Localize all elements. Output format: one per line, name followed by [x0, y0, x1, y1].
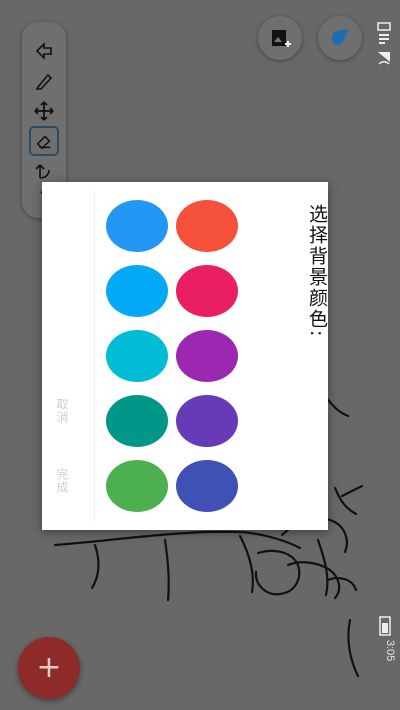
- add-image-button[interactable]: [258, 16, 302, 60]
- ink-stroke: [323, 394, 350, 418]
- color-swatch-cyan[interactable]: [106, 330, 168, 382]
- cancel-button[interactable]: 取消: [54, 398, 71, 424]
- color-swatch-pink[interactable]: [176, 265, 238, 317]
- eraser-icon[interactable]: [29, 126, 59, 156]
- ink-stroke: [333, 486, 358, 516]
- background-color-dialog: 选择背景颜色: 取消 完成: [42, 182, 328, 530]
- ink-stroke: [326, 577, 358, 592]
- pencil-icon[interactable]: [31, 68, 57, 94]
- color-swatch-deep-purple[interactable]: [176, 395, 238, 447]
- color-swatch-light-blue[interactable]: [106, 265, 168, 317]
- undo-icon[interactable]: [31, 158, 57, 184]
- ink-stroke: [347, 618, 360, 678]
- ink-stroke: [340, 484, 364, 498]
- color-swatch-red[interactable]: [176, 200, 238, 252]
- ink-stroke: [238, 534, 254, 594]
- divider: [94, 190, 95, 522]
- color-swatch-indigo[interactable]: [176, 460, 238, 512]
- done-button[interactable]: 完成: [54, 468, 71, 494]
- move-icon[interactable]: [31, 98, 57, 124]
- dialog-title: 选择背景颜色:: [306, 204, 328, 339]
- drop-icon: [332, 29, 348, 45]
- battery-icon: [379, 616, 391, 636]
- status-icons-top: [377, 22, 391, 65]
- add-fab-button[interactable]: +: [18, 637, 80, 699]
- color-swatch-purple[interactable]: [176, 330, 238, 382]
- cursor-arrow-icon[interactable]: [31, 38, 57, 64]
- ink-stroke: [163, 538, 170, 602]
- ink-stroke: [53, 530, 302, 550]
- ink-stroke: [286, 561, 341, 600]
- status-time: 3:05: [384, 640, 396, 662]
- ink-stroke: [90, 543, 100, 590]
- color-swatch-blue[interactable]: [106, 200, 168, 252]
- color-swatch-green[interactable]: [106, 460, 168, 512]
- background-color-button[interactable]: [318, 16, 362, 60]
- color-swatch-teal[interactable]: [106, 395, 168, 447]
- status-bar: 3:05: [370, 0, 400, 710]
- add-image-icon: [272, 30, 291, 47]
- ink-stroke: [254, 549, 301, 596]
